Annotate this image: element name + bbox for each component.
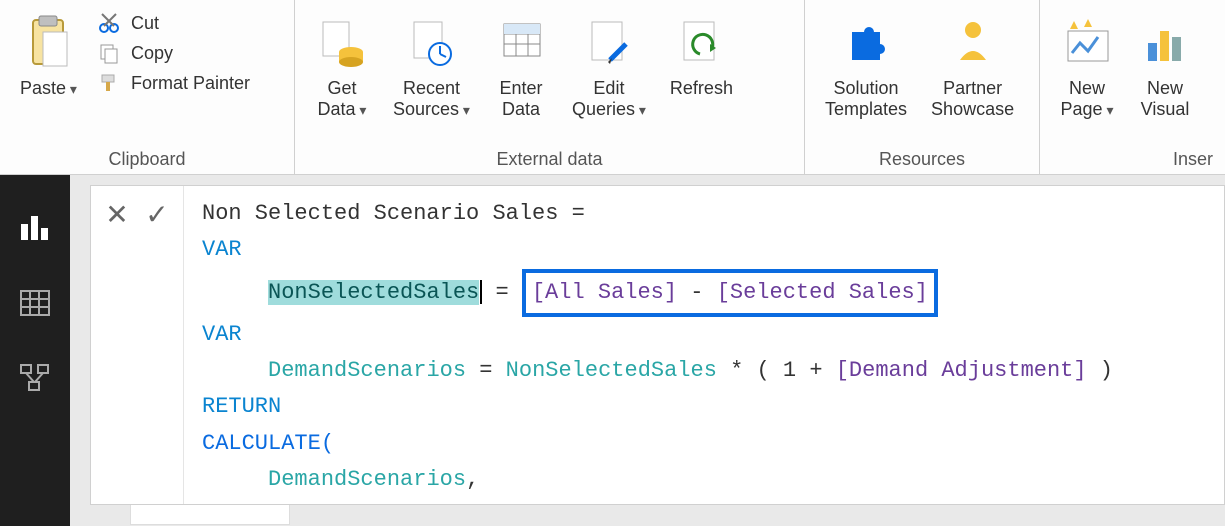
function-allselected: ALLSELECTED — [308, 503, 453, 504]
report-canvas: Con Step 1. C ✕ ✓ Non Selected Scenario … — [70, 175, 1225, 526]
new-page-icon — [1062, 10, 1112, 74]
keyword-return: RETURN — [202, 394, 281, 419]
get-data-icon — [317, 10, 367, 74]
code-text: = — [482, 280, 522, 305]
formula-bar: ✕ ✓ Non Selected Scenario Sales = VAR No… — [90, 185, 1225, 505]
enter-data-icon — [496, 10, 546, 74]
external-data-group-label: External data — [303, 145, 796, 172]
edit-queries-button[interactable]: Edit Queries — [564, 6, 654, 123]
measure-ref: [Selected Sales] — [717, 280, 928, 305]
report-view-button[interactable] — [11, 203, 59, 251]
formula-commit-button[interactable]: ✓ — [137, 194, 177, 234]
copy-icon — [95, 42, 123, 64]
resources-group-label: Resources — [813, 145, 1031, 172]
keyword-var: VAR — [202, 322, 242, 347]
solution-templates-label: Solution Templates — [825, 78, 907, 119]
recent-sources-icon — [406, 10, 456, 74]
edit-queries-icon — [584, 10, 634, 74]
solution-templates-button[interactable]: Solution Templates — [817, 6, 915, 123]
indent — [202, 280, 268, 305]
code-text: * ( 1 + — [717, 358, 836, 383]
copy-button[interactable]: Copy — [89, 40, 256, 66]
keyword-var: VAR — [202, 237, 242, 262]
recent-sources-button[interactable]: Recent Sources — [385, 6, 478, 123]
get-data-button[interactable]: Get Data — [307, 6, 377, 123]
new-visual-button[interactable]: New Visual — [1130, 6, 1200, 123]
ribbon-group-resources: Solution Templates Partner Showcase Reso… — [805, 0, 1040, 174]
enter-data-label: Enter Data — [499, 78, 542, 119]
clipboard-icon — [25, 10, 71, 74]
model-view-button[interactable] — [11, 355, 59, 403]
ribbon-group-insert: New Page New Visual Inser — [1040, 0, 1225, 174]
brush-icon — [95, 72, 123, 94]
code-text: ( Products[Product Name] ) ) — [453, 503, 823, 504]
cut-label: Cut — [131, 13, 159, 34]
new-page-label: New Page — [1061, 78, 1105, 119]
indent — [202, 467, 268, 492]
formula-editor[interactable]: Non Selected Scenario Sales = VAR NonSel… — [184, 186, 1224, 504]
indent — [202, 503, 308, 504]
recent-sources-label: Recent Sources — [393, 78, 460, 119]
new-visual-icon — [1140, 10, 1190, 74]
refresh-icon — [676, 10, 726, 74]
refresh-label: Refresh — [670, 78, 733, 99]
paste-label: Paste — [20, 78, 66, 98]
format-painter-button[interactable]: Format Painter — [89, 70, 256, 96]
puzzle-icon — [840, 10, 892, 74]
enter-data-button[interactable]: Enter Data — [486, 6, 556, 123]
edit-queries-label: Edit Queries — [572, 78, 635, 119]
ribbon-group-clipboard: Paste Cut Copy Format Painter Clipboard — [0, 0, 295, 174]
get-data-label: Get Data — [318, 78, 357, 119]
code-text: , — [466, 467, 479, 492]
copy-label: Copy — [131, 43, 173, 64]
clipboard-group-label: Clipboard — [8, 145, 286, 172]
variable-nonselectedsales: NonSelectedSales — [268, 280, 479, 305]
code-text: Non Selected Scenario Sales = — [202, 201, 598, 226]
variable-ref: NonSelectedSales — [506, 358, 717, 383]
partner-showcase-label: Partner Showcase — [931, 78, 1014, 119]
scissors-icon — [95, 12, 123, 34]
formula-cancel-button[interactable]: ✕ — [97, 194, 137, 234]
insert-group-label: Inser — [1048, 145, 1217, 172]
code-text: ) — [1087, 358, 1113, 383]
measure-ref: [Demand Adjustment] — [836, 358, 1087, 383]
indent — [202, 358, 268, 383]
measure-ref: [All Sales] — [532, 280, 677, 305]
data-view-button[interactable] — [11, 279, 59, 327]
person-icon — [948, 10, 998, 74]
partner-showcase-button[interactable]: Partner Showcase — [923, 6, 1022, 123]
view-switcher — [0, 175, 70, 526]
paste-button[interactable]: Paste — [12, 6, 85, 103]
new-page-button[interactable]: New Page — [1052, 6, 1122, 123]
function-calculate: CALCULATE( — [202, 431, 334, 456]
variable-ref: DemandScenarios — [268, 467, 466, 492]
ribbon: Paste Cut Copy Format Painter Clipboard — [0, 0, 1225, 175]
code-text: - — [677, 280, 717, 305]
new-visual-label: New Visual — [1141, 78, 1190, 119]
variable-demandscenarios: DemandScenarios — [268, 358, 466, 383]
code-text: = — [466, 358, 506, 383]
format-painter-label: Format Painter — [131, 73, 250, 94]
cut-button[interactable]: Cut — [89, 10, 256, 36]
highlighted-expression: [All Sales] - [Selected Sales] — [522, 269, 938, 317]
ribbon-group-external-data: Get Data Recent Sources Enter Data Edit … — [295, 0, 805, 174]
refresh-button[interactable]: Refresh — [662, 6, 741, 103]
